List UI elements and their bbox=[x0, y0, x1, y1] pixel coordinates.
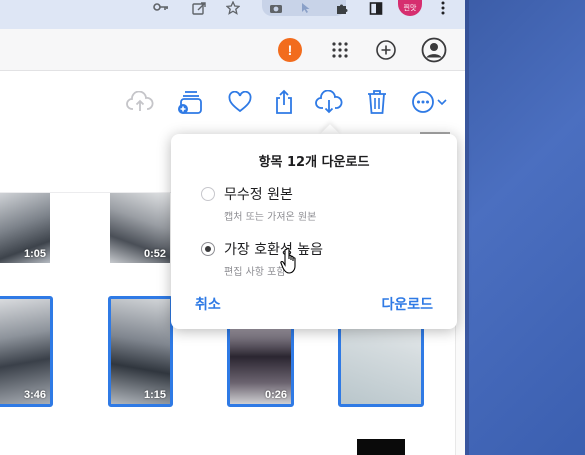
account-icon[interactable] bbox=[421, 37, 447, 63]
photo-thumbnail-selected[interactable]: 1:15 bbox=[108, 296, 173, 407]
icloud-toolbar: ! bbox=[0, 29, 465, 71]
warning-badge-text: ! bbox=[287, 42, 293, 58]
share-icon[interactable] bbox=[270, 88, 298, 116]
option-most-compatible-desc: 편집 사항 포함 bbox=[224, 267, 286, 278]
video-duration: 0:26 bbox=[264, 389, 287, 401]
radio-unmodified-original[interactable] bbox=[201, 187, 215, 201]
add-to-album-icon[interactable] bbox=[176, 88, 204, 116]
video-duration: 1:05 bbox=[23, 248, 46, 260]
download-popover: 항목 12개 다운로드 무수정 원본 캡처 또는 가져온 원본 가장 호환성 높… bbox=[171, 134, 457, 329]
key-icon[interactable] bbox=[150, 0, 172, 16]
camera-extension-icon[interactable] bbox=[266, 0, 286, 16]
cursor-extension-icon[interactable] bbox=[296, 0, 316, 16]
trash-icon[interactable] bbox=[363, 88, 391, 116]
download-button[interactable]: 다운로드 bbox=[381, 294, 433, 314]
profile-avatar[interactable]: 찐맛 bbox=[398, 0, 422, 16]
browser-tab-strip: 찐맛 bbox=[0, 0, 465, 29]
photo-thumbnail-selected[interactable]: 3:46 bbox=[0, 296, 53, 407]
window-edge bbox=[465, 0, 469, 455]
cancel-button[interactable]: 취소 bbox=[195, 294, 221, 314]
side-panel-icon[interactable] bbox=[366, 0, 386, 16]
popover-title: 항목 12개 다운로드 bbox=[258, 155, 370, 170]
add-circle-icon[interactable] bbox=[373, 37, 399, 63]
share-page-icon[interactable] bbox=[188, 0, 210, 16]
warning-badge[interactable]: ! bbox=[278, 38, 302, 62]
video-duration: 1:15 bbox=[143, 389, 166, 401]
profile-avatar-text: 찐맛 bbox=[403, 4, 417, 12]
option-unmodified-original-label[interactable]: 무수정 원본 bbox=[224, 184, 293, 204]
bookmark-star-icon[interactable] bbox=[222, 0, 244, 16]
photo-thumbnail[interactable] bbox=[357, 439, 405, 455]
app-grid-icon[interactable] bbox=[327, 37, 353, 63]
option-most-compatible-label[interactable]: 가장 호환성 높음 bbox=[224, 239, 323, 259]
puzzle-extensions-icon[interactable] bbox=[332, 0, 352, 16]
upload-icon[interactable] bbox=[126, 88, 154, 116]
favorite-heart-icon[interactable] bbox=[226, 88, 254, 116]
photos-action-bar bbox=[0, 72, 465, 132]
more-options-icon[interactable] bbox=[409, 88, 451, 116]
photo-thumbnail[interactable]: 1:05 bbox=[0, 193, 50, 263]
hand-cursor-icon bbox=[280, 247, 302, 275]
desktop-background bbox=[465, 0, 585, 455]
browser-menu-icon[interactable] bbox=[436, 0, 450, 16]
radio-most-compatible[interactable] bbox=[201, 242, 215, 256]
download-icon[interactable] bbox=[315, 88, 343, 116]
option-unmodified-original-desc: 캡처 또는 가져온 원본 bbox=[224, 212, 317, 223]
video-duration: 3:46 bbox=[23, 389, 46, 401]
video-duration: 0:52 bbox=[143, 248, 166, 260]
photo-thumbnail[interactable]: 0:52 bbox=[110, 193, 170, 263]
